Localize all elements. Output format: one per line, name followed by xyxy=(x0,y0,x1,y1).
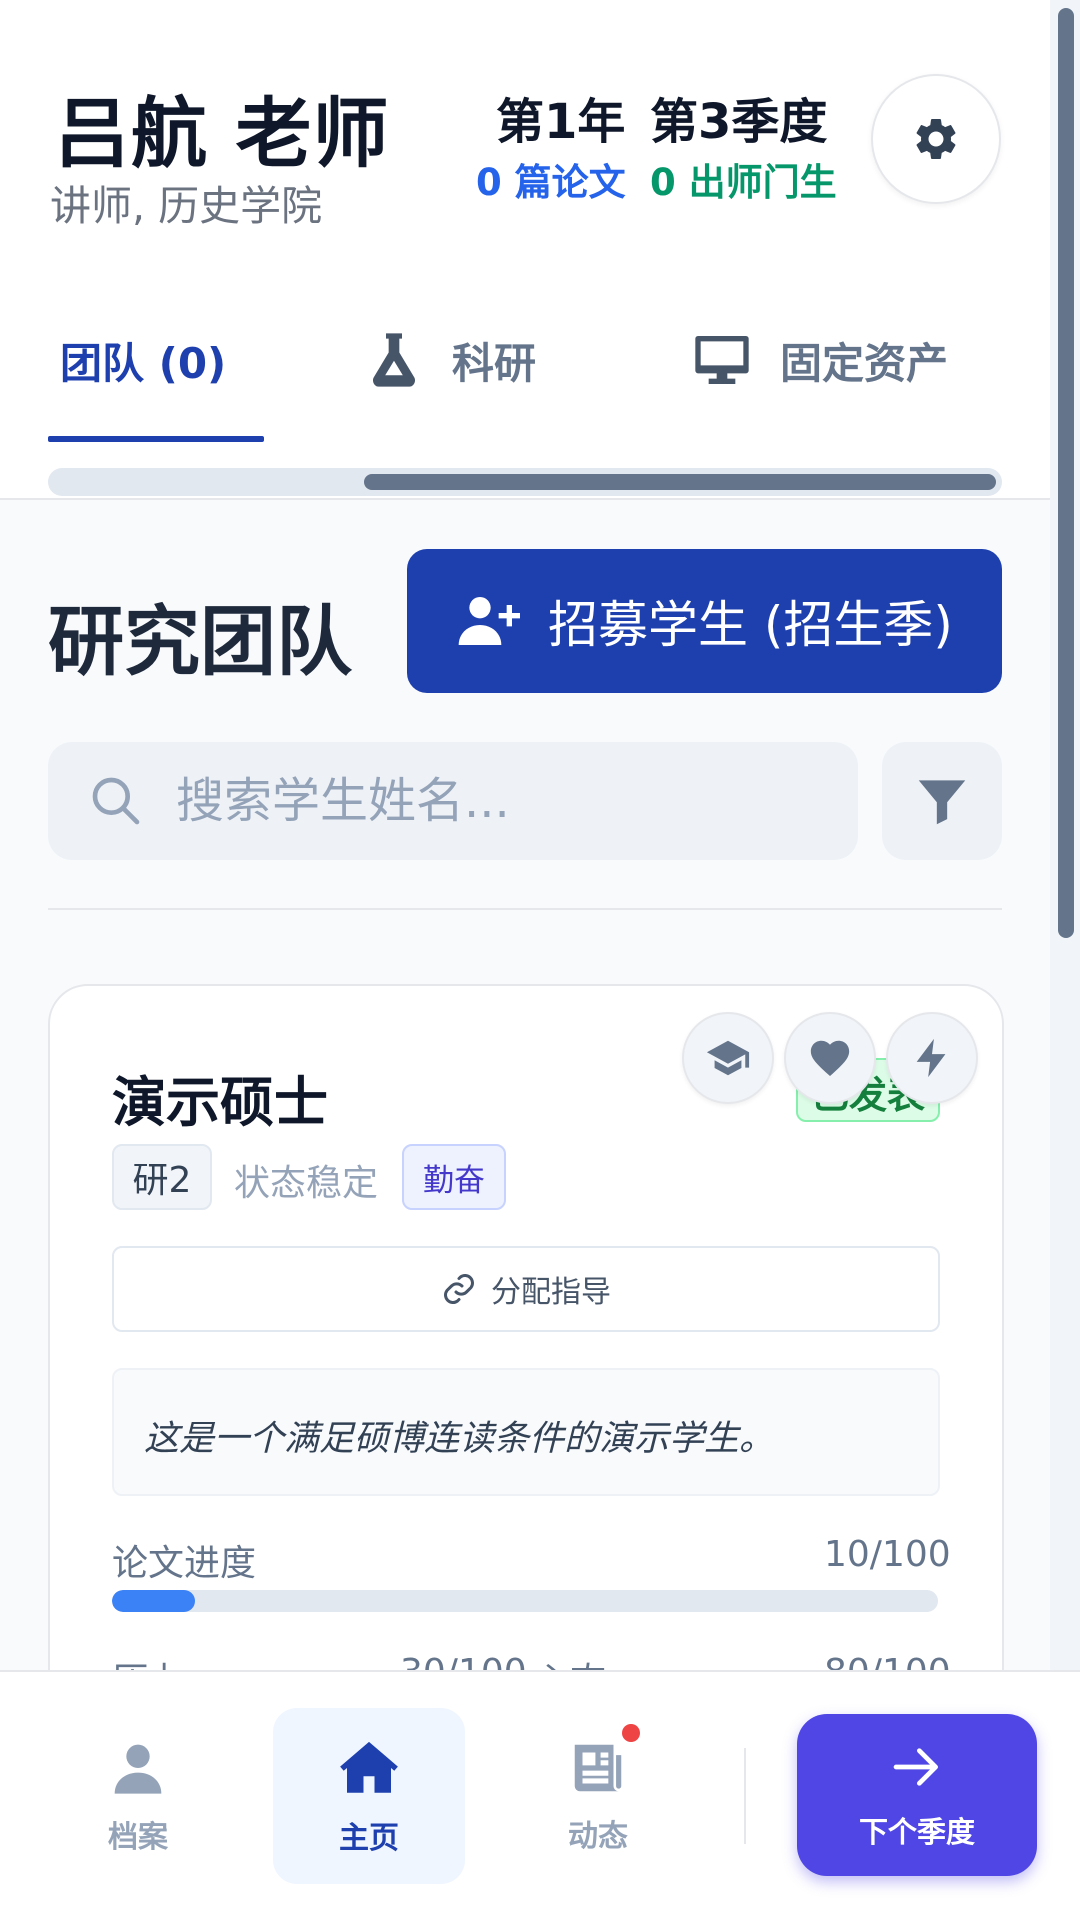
teacher-title: 讲师, 历史学院 xyxy=(50,182,323,230)
nav-home-label: 主页 xyxy=(339,1821,399,1856)
assign-guidance-button[interactable]: 分配指导 xyxy=(112,1246,940,1332)
tab-scrollbar-thumb[interactable] xyxy=(364,474,996,490)
graduate-button[interactable] xyxy=(682,1012,774,1104)
tab-team-label: 团队 (0) xyxy=(60,338,227,388)
nav-profile[interactable]: 档案 xyxy=(42,1708,234,1884)
next-season-button[interactable]: 下个季度 xyxy=(797,1714,1037,1876)
paper-progress-bar xyxy=(112,1590,938,1612)
tab-research[interactable]: 科研 xyxy=(362,310,536,410)
section-title: 研究团队 xyxy=(48,597,352,686)
divider xyxy=(48,908,1002,910)
assign-guidance-label: 分配指导 xyxy=(491,1275,611,1310)
home-icon xyxy=(340,1741,398,1793)
boost-button[interactable] xyxy=(886,1012,978,1104)
lightning-icon xyxy=(916,1038,946,1078)
active-tab-indicator xyxy=(48,436,264,442)
recruit-students-button[interactable]: 招募学生 (招生季) xyxy=(407,549,1002,693)
notification-dot xyxy=(622,1724,640,1742)
graduation-cap-icon xyxy=(706,1040,750,1076)
add-user-icon xyxy=(458,597,521,645)
paper-progress-label: 论文进度 xyxy=(112,1543,257,1584)
newspaper-icon xyxy=(574,1744,622,1792)
next-season-label: 下个季度 xyxy=(858,1815,975,1849)
trait-tag: 勤奋 xyxy=(402,1144,506,1210)
nav-home[interactable]: 主页 xyxy=(273,1708,465,1884)
search-input[interactable] xyxy=(174,772,858,830)
monitor-icon xyxy=(695,336,749,384)
alumni-count: 0 出师门生 xyxy=(650,161,837,204)
search-icon xyxy=(92,777,140,825)
season-indicator: 第3季度 xyxy=(650,94,828,150)
paper-progress-fill xyxy=(112,1590,195,1612)
grade-tag: 研2 xyxy=(112,1144,212,1210)
page-scrollbar-thumb[interactable] xyxy=(1058,8,1074,938)
student-name: 演示硕士 xyxy=(112,1071,328,1134)
heart-icon xyxy=(810,1040,850,1077)
recruit-students-label: 招募学生 (招生季) xyxy=(548,596,953,654)
teacher-name: 吕航 老师 xyxy=(54,89,390,178)
gear-icon xyxy=(916,118,956,159)
arrow-right-icon xyxy=(893,1748,938,1786)
tab-assets-label: 固定资产 xyxy=(780,338,949,388)
nav-divider xyxy=(744,1748,746,1844)
favorite-button[interactable] xyxy=(784,1012,876,1104)
nav-news[interactable]: 动态 xyxy=(502,1708,694,1884)
filter-button[interactable] xyxy=(882,742,1002,860)
nav-profile-label: 档案 xyxy=(108,1820,168,1855)
settings-button[interactable] xyxy=(871,74,1001,204)
flask-icon xyxy=(372,333,416,387)
tab-team[interactable]: 团队 (0) xyxy=(60,310,226,410)
papers-count: 0 篇论文 xyxy=(476,161,626,204)
paper-progress-value: 10/100 xyxy=(824,1534,951,1575)
nav-news-label: 动态 xyxy=(568,1819,628,1854)
student-state: 状态稳定 xyxy=(234,1163,379,1204)
filter-icon xyxy=(918,780,966,825)
link-icon xyxy=(444,1274,474,1304)
user-icon xyxy=(114,1744,162,1794)
student-description: 这是一个满足硕博连读条件的演示学生。 xyxy=(144,1419,775,1459)
search-box[interactable] xyxy=(48,742,858,860)
tab-research-label: 科研 xyxy=(452,338,537,388)
year-indicator: 第1年 xyxy=(496,94,626,150)
tab-assets[interactable]: 固定资产 xyxy=(690,310,948,410)
